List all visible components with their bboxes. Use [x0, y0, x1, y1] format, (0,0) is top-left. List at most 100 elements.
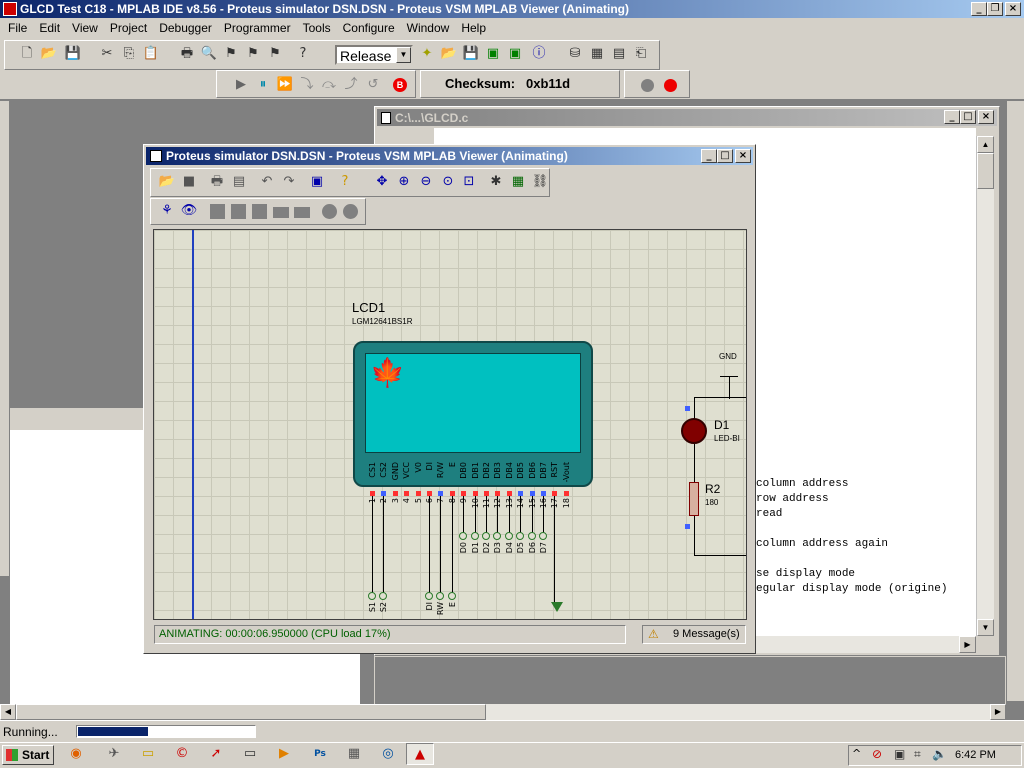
mdi-horizontal-scrollbar[interactable]: ◀ ▶: [0, 704, 1006, 720]
code-vertical-scrollbar[interactable]: ▲ ▼: [976, 136, 994, 636]
filezilla-icon[interactable]: ➚: [202, 743, 230, 765]
menu-file[interactable]: File: [2, 19, 33, 37]
export-icon[interactable]: ⎗: [632, 45, 650, 63]
menu-configure[interactable]: Configure: [337, 19, 401, 37]
redo-icon[interactable]: ↷: [280, 173, 298, 191]
paste-icon[interactable]: 📋: [142, 45, 160, 63]
minimize-button[interactable]: _: [971, 2, 987, 16]
code-horizontal-scrollbar[interactable]: ▶: [756, 636, 976, 653]
browser-icon[interactable]: ◎: [374, 743, 402, 765]
open-file-icon[interactable]: 📂: [40, 45, 58, 63]
new-file-icon[interactable]: 🗋: [18, 45, 36, 63]
step-over-icon[interactable]: ⤼: [320, 76, 338, 94]
zoom-all-icon[interactable]: ⊙: [439, 173, 457, 191]
help-icon[interactable]: ?: [294, 45, 312, 63]
network-icon[interactable]: ⊘: [872, 747, 882, 761]
record-icon[interactable]: [664, 79, 677, 92]
scroll-up-button[interactable]: ▲: [977, 136, 994, 153]
find-icon[interactable]: 🔍: [200, 45, 218, 63]
cut-icon[interactable]: ✂: [98, 45, 116, 63]
program-icon[interactable]: ▦: [588, 45, 606, 63]
schematic-canvas[interactable]: LCD1 LGM12641BS1R 🍁 CS11S1CS22S2GND3VCC4…: [153, 229, 747, 620]
media-player-icon[interactable]: ▶: [270, 743, 298, 765]
antivirus-icon[interactable]: ▣: [894, 747, 905, 761]
proteus-close-button[interactable]: ×: [735, 149, 751, 163]
gray-circle-icon[interactable]: [343, 204, 358, 219]
scroll-right-button[interactable]: ▶: [990, 704, 1006, 720]
copy-icon[interactable]: ⎘: [120, 45, 138, 63]
print-icon[interactable]: 🖶: [178, 45, 196, 63]
isis-icon[interactable]: ▣: [308, 173, 326, 191]
gray-square-icon[interactable]: [231, 204, 246, 219]
checksum-icon[interactable]: ⛁: [566, 45, 584, 63]
chip-icon[interactable]: ▦: [509, 173, 527, 191]
ccleaner-icon[interactable]: ©: [168, 743, 196, 765]
save-project-icon[interactable]: 💾: [462, 45, 480, 63]
undo-icon[interactable]: ↶: [258, 173, 276, 191]
menu-project[interactable]: Project: [104, 19, 153, 37]
gray-circle-icon[interactable]: [322, 204, 337, 219]
zoom-in-icon[interactable]: ⊕: [395, 173, 413, 191]
close-button[interactable]: ×: [1005, 2, 1021, 16]
breakpoint-icon[interactable]: B: [393, 78, 407, 92]
menu-window[interactable]: Window: [401, 19, 456, 37]
pause-icon[interactable]: ⏸: [254, 76, 272, 94]
bookmark-icon[interactable]: ⚑: [222, 45, 240, 63]
pan-icon[interactable]: ✥: [373, 173, 391, 191]
menu-tools[interactable]: Tools: [297, 19, 337, 37]
bookmark-next-icon[interactable]: ⚑: [244, 45, 262, 63]
code-close-button[interactable]: ×: [978, 110, 994, 124]
build-all-icon[interactable]: ▣: [506, 45, 524, 63]
gray-rect-icon[interactable]: [273, 207, 289, 218]
open-project-icon[interactable]: 📂: [440, 45, 458, 63]
print-area-icon[interactable]: ▤: [230, 173, 248, 191]
code-maximize-button[interactable]: □: [960, 110, 976, 124]
scroll-right-button[interactable]: ▶: [959, 636, 976, 653]
menu-edit[interactable]: Edit: [33, 19, 66, 37]
tools-icon[interactable]: ✈: [100, 743, 128, 765]
animate-icon[interactable]: ⏩: [276, 76, 294, 94]
chevron-down-icon[interactable]: ▼: [396, 47, 411, 63]
photoshop-icon[interactable]: Ps: [306, 743, 334, 765]
menu-programmer[interactable]: Programmer: [218, 19, 297, 37]
proteus-minimize-button[interactable]: _: [701, 149, 717, 163]
eye-icon[interactable]: 👁: [180, 202, 198, 220]
netlist-icon[interactable]: ⛓: [531, 173, 549, 191]
firefox-icon[interactable]: ◉: [62, 743, 90, 765]
save-design-icon[interactable]: ■: [180, 173, 198, 191]
info-icon[interactable]: ⓘ: [530, 45, 548, 63]
zoom-area-icon[interactable]: ⊡: [460, 173, 478, 191]
message-panel[interactable]: ⚠ 9 Message(s): [642, 625, 746, 644]
mplab-task-icon[interactable]: ▲: [406, 743, 434, 765]
led-d1[interactable]: [681, 418, 707, 444]
compile-icon[interactable]: ▣: [484, 45, 502, 63]
graph-icon[interactable]: ⚘: [158, 202, 176, 220]
print-design-icon[interactable]: 🖶: [208, 173, 226, 191]
scroll-thumb[interactable]: [16, 704, 486, 720]
calculator-icon[interactable]: ▦: [340, 743, 368, 765]
gray-square-icon[interactable]: [252, 204, 267, 219]
menu-help[interactable]: Help: [455, 19, 492, 37]
menu-view[interactable]: View: [66, 19, 104, 37]
open-design-icon[interactable]: 📂: [158, 173, 176, 191]
window-icon[interactable]: ▭: [236, 743, 264, 765]
run-icon[interactable]: ▶: [232, 76, 250, 94]
bookmark-prev-icon[interactable]: ⚑: [266, 45, 284, 63]
proteus-help-icon[interactable]: ?: [336, 173, 354, 191]
usb-icon[interactable]: ⌗: [914, 747, 921, 762]
gray-square-icon[interactable]: [210, 204, 225, 219]
scroll-thumb[interactable]: [977, 153, 994, 189]
resistor-r2[interactable]: [689, 482, 699, 516]
maximize-button[interactable]: ❐: [987, 2, 1003, 16]
proteus-maximize-button[interactable]: □: [717, 149, 733, 163]
scroll-down-button[interactable]: ▼: [977, 619, 994, 636]
debug-bug-icon[interactable]: ✱: [487, 173, 505, 191]
step-into-icon[interactable]: ⤵: [298, 76, 316, 94]
code-minimize-button[interactable]: _: [944, 110, 960, 124]
stop-icon[interactable]: [641, 79, 654, 92]
start-button[interactable]: Start: [2, 745, 54, 765]
step-out-icon[interactable]: ⤴: [342, 76, 360, 94]
menu-debugger[interactable]: Debugger: [153, 19, 218, 37]
scroll-left-button[interactable]: ◀: [0, 704, 16, 720]
read-device-icon[interactable]: ▤: [610, 45, 628, 63]
